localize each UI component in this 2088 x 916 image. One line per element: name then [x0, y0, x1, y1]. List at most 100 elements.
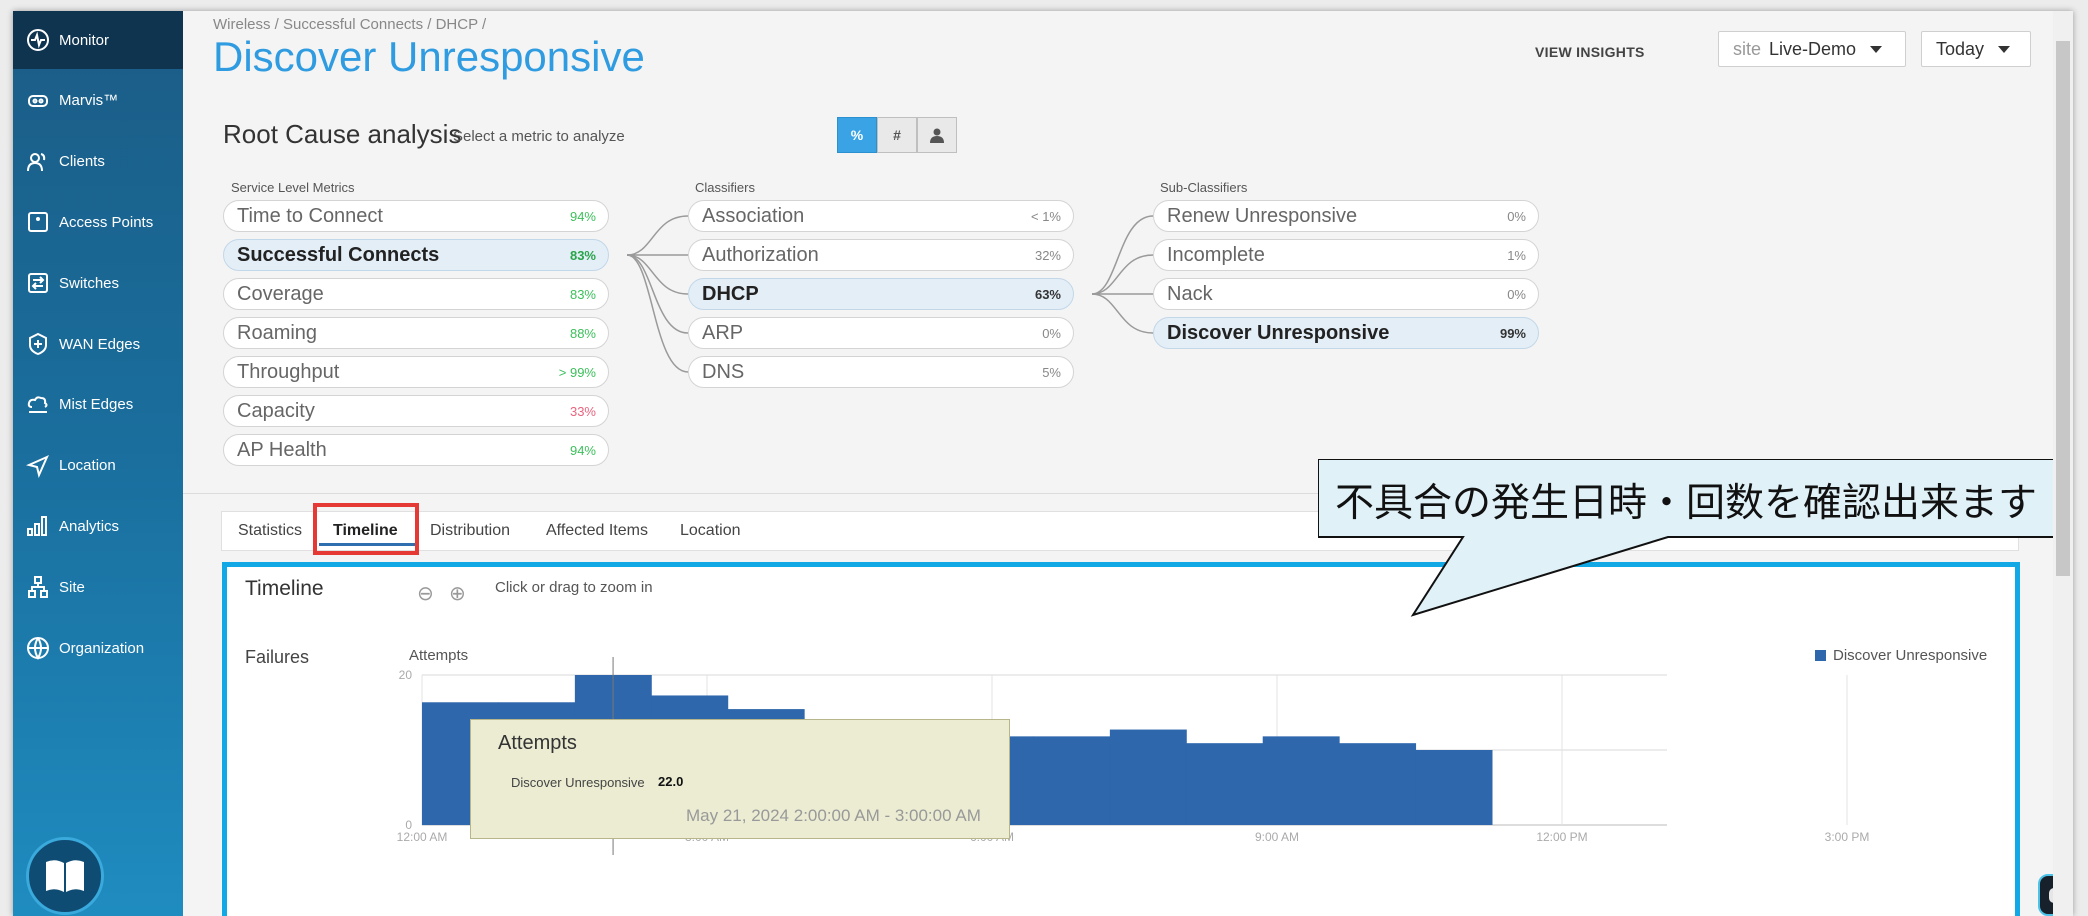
- metric-coverage[interactable]: Coverage 83%: [223, 278, 609, 310]
- metric-capacity[interactable]: Capacity 33%: [223, 395, 609, 427]
- site-value: Live-Demo: [1769, 38, 1857, 59]
- vertical-scrollbar[interactable]: [2053, 11, 2073, 916]
- clients-icon: [25, 149, 51, 175]
- tab-statistics[interactable]: Statistics: [238, 522, 302, 540]
- x-tick-label: 3:00 PM: [1825, 830, 1870, 844]
- metric-value: 83%: [569, 286, 596, 302]
- service-metrics-heading: Service Level Metrics: [231, 180, 355, 195]
- sidebar-item-clients[interactable]: Clients: [13, 133, 183, 191]
- sidebar-item-monitor[interactable]: Monitor: [13, 11, 183, 69]
- sidebar-item-site[interactable]: Site: [13, 558, 183, 616]
- sidebar-item-label: Clients: [59, 153, 105, 171]
- metric-value: 5%: [1042, 364, 1061, 380]
- metric-discover-unresponsive[interactable]: Discover Unresponsive 99%: [1153, 317, 1539, 349]
- metric-value: 94%: [569, 208, 596, 224]
- sidebar-item-label: Mist Edges: [59, 396, 134, 414]
- date-value: Today: [1936, 38, 1985, 59]
- tooltip-series: Discover Unresponsive: [511, 775, 645, 790]
- sidebar-item-marvis[interactable]: Marvis™: [13, 72, 183, 130]
- data-bar: [1109, 729, 1187, 825]
- metric-dhcp[interactable]: DHCP 63%: [688, 278, 1074, 310]
- sidebar-item-analytics[interactable]: Analytics: [13, 497, 183, 555]
- sidebar-item-location[interactable]: Location: [13, 437, 183, 495]
- sidebar-item-wan-edges[interactable]: WAN Edges: [13, 315, 183, 373]
- metric-arp[interactable]: ARP 0%: [688, 317, 1074, 349]
- scrollbar-thumb[interactable]: [2056, 41, 2070, 576]
- metric-dns[interactable]: DNS 5%: [688, 356, 1074, 388]
- sidebar-item-organization[interactable]: Organization: [13, 619, 183, 677]
- metric-authorization[interactable]: Authorization 32%: [688, 239, 1074, 271]
- sidebar-item-mist-edges[interactable]: Mist Edges: [13, 376, 183, 434]
- metric-label: Discover Unresponsive: [1167, 321, 1390, 344]
- metric-value: 0%: [1507, 208, 1526, 224]
- metric-throughput[interactable]: Throughput > 99%: [223, 356, 609, 388]
- metric-value: 94%: [569, 442, 596, 458]
- metric-label: Time to Connect: [237, 204, 383, 227]
- sidebar-item-switches[interactable]: Switches: [13, 254, 183, 312]
- user-icon: [930, 128, 944, 143]
- metric-label: Throughput: [237, 360, 340, 383]
- switch-icon: [25, 270, 51, 296]
- metric-time-to-connect[interactable]: Time to Connect 94%: [223, 200, 609, 232]
- sidebar-item-label: Location: [59, 457, 116, 475]
- sidebar-item-label: Organization: [59, 639, 145, 657]
- metric-nack[interactable]: Nack 0%: [1153, 278, 1539, 310]
- metric-label: ARP: [702, 321, 744, 344]
- organization-icon: [25, 635, 51, 661]
- user-count-toggle[interactable]: [917, 117, 957, 153]
- site-prefix-label: site: [1733, 38, 1762, 59]
- sidebar-item-label: Access Points: [59, 213, 154, 231]
- tab-location[interactable]: Location: [680, 522, 741, 540]
- chevron-down-icon: [1870, 45, 1883, 53]
- sidebar-item-label: Monitor: [59, 31, 110, 49]
- view-insights-link[interactable]: VIEW INSIGHTS: [1535, 44, 1645, 60]
- chart-tooltip: Attempts Discover Unresponsive 22.0 May …: [470, 719, 1010, 839]
- metric-label: Renew Unresponsive: [1167, 204, 1358, 227]
- monitor-icon: [25, 27, 51, 53]
- metric-label: AP Health: [237, 438, 327, 461]
- percent-toggle[interactable]: %: [837, 117, 877, 153]
- sidebar-item-label: Site: [59, 578, 85, 596]
- metric-value: 83%: [569, 247, 596, 263]
- tooltip-value: 22.0: [658, 774, 684, 789]
- metric-label: Authorization: [702, 243, 819, 266]
- metric-association[interactable]: Association < 1%: [688, 200, 1074, 232]
- metric-label: Capacity: [237, 399, 315, 422]
- metric-value: < 1%: [1031, 208, 1061, 224]
- date-range-selector[interactable]: Today: [1921, 31, 2031, 67]
- marvis-icon: [25, 88, 51, 114]
- metric-value: 33%: [569, 403, 596, 419]
- analytics-icon: [25, 513, 51, 539]
- sidebar-item-label: Analytics: [59, 517, 120, 535]
- metric-value: 99%: [1499, 325, 1526, 341]
- metric-value: 0%: [1042, 325, 1061, 341]
- x-tick-label: 12:00 PM: [1536, 830, 1587, 844]
- help-book-icon[interactable]: [26, 837, 104, 915]
- metric-label: Successful Connects: [237, 243, 440, 266]
- page-title: Discover Unresponsive: [213, 33, 645, 80]
- metric-roaming[interactable]: Roaming 88%: [223, 317, 609, 349]
- access-point-icon: [25, 209, 51, 235]
- rca-title: Root Cause analysis: [223, 119, 462, 149]
- sidebar-item-access-points[interactable]: Access Points: [13, 193, 183, 251]
- metric-value: 1%: [1507, 247, 1526, 263]
- site-selector[interactable]: site Live-Demo: [1718, 31, 1906, 67]
- metric-value: > 99%: [558, 364, 596, 380]
- metric-ap-health[interactable]: AP Health 94%: [223, 434, 609, 466]
- metric-successful-connects[interactable]: Successful Connects 83%: [223, 239, 609, 271]
- location-icon: [25, 453, 51, 479]
- metric-renew-unresponsive[interactable]: Renew Unresponsive 0%: [1153, 200, 1539, 232]
- tab-affected-items[interactable]: Affected Items: [546, 522, 648, 540]
- x-tick-label: 9:00 AM: [1255, 830, 1299, 844]
- tab-distribution[interactable]: Distribution: [430, 522, 510, 540]
- metric-incomplete[interactable]: Incomplete 1%: [1153, 239, 1539, 271]
- breadcrumb[interactable]: Wireless / Successful Connects / DHCP /: [213, 16, 486, 33]
- sidebar-item-label: WAN Edges: [59, 335, 141, 353]
- count-toggle[interactable]: #: [877, 117, 917, 153]
- x-tick-label: 12:00 AM: [397, 830, 448, 844]
- metric-label: Association: [702, 204, 805, 227]
- y-tick-label: 0: [405, 818, 412, 832]
- wan-edge-icon: [25, 331, 51, 357]
- metric-value: 88%: [569, 325, 596, 341]
- sidebar-item-label: Switches: [59, 274, 120, 292]
